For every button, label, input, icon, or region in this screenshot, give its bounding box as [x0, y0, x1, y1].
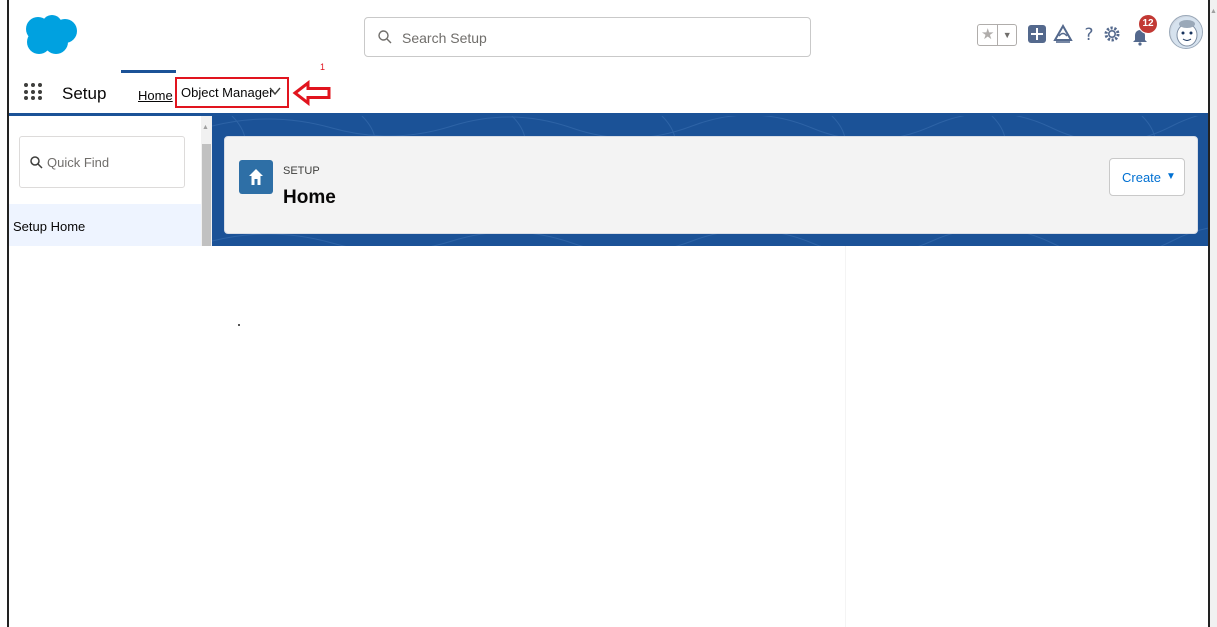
sidebar-item-setup-home[interactable]: Setup Home: [9, 204, 201, 246]
page-header-card: SETUP Home Create ▼: [224, 136, 1198, 234]
svg-text:?: ?: [1084, 25, 1093, 44]
quick-find-placeholder: Quick Find: [47, 155, 110, 170]
annotation-step-number: 1: [320, 62, 326, 72]
global-actions-add-icon[interactable]: [1027, 24, 1047, 44]
search-setup-input[interactable]: Search Setup: [364, 17, 811, 57]
page-subtitle: SETUP: [283, 165, 320, 177]
divider: [845, 246, 846, 627]
search-icon: [378, 30, 392, 44]
global-header: Search Setup ★ ▼ ? 12: [9, 0, 1208, 71]
chevron-down-icon[interactable]: [269, 85, 281, 97]
help-icon[interactable]: ?: [1079, 24, 1099, 44]
scroll-up-arrow-icon[interactable]: ▲: [202, 124, 209, 131]
home-icon: [239, 160, 273, 194]
trailhead-icon[interactable]: [1053, 24, 1073, 44]
favorite-star-icon[interactable]: ★: [978, 25, 999, 45]
favorites-dropdown-icon[interactable]: ▼: [998, 25, 1016, 45]
tab-home-label: Home: [138, 88, 173, 103]
annotation-arrow-icon: [292, 80, 331, 106]
astro-avatar-icon: [1171, 17, 1202, 48]
app-launcher-icon[interactable]: [24, 83, 42, 101]
search-placeholder: Search Setup: [402, 30, 487, 46]
create-button[interactable]: Create ▼: [1109, 158, 1185, 196]
scroll-up-arrow-icon[interactable]: ▲: [1210, 8, 1217, 15]
create-button-label: Create: [1122, 170, 1162, 185]
salesforce-cloud-logo[interactable]: [21, 14, 79, 56]
sidebar-scrollbar-thumb[interactable]: [202, 144, 211, 246]
notification-count-badge: 12: [1138, 14, 1158, 34]
sidebar-item-label: Setup Home: [13, 219, 86, 234]
tab-home[interactable]: Home: [121, 70, 176, 113]
caret-down-icon: ▼: [1166, 171, 1176, 182]
setup-nav-bar: Setup Home Object Manager 1: [9, 62, 1208, 116]
quick-find-input[interactable]: Quick Find: [19, 136, 185, 188]
window-scrollbar[interactable]: ▲: [1210, 0, 1217, 627]
app-name: Setup: [62, 84, 107, 103]
setup-gear-icon[interactable]: [1102, 24, 1122, 44]
favorites-group: ★ ▼: [977, 24, 1017, 46]
tab-object-manager[interactable]: Object Manager: [175, 77, 289, 108]
app-window: Search Setup ★ ▼ ? 12 Setup Home Object …: [7, 0, 1210, 627]
setup-sidebar: Quick Find Setup Home: [9, 116, 201, 246]
search-icon: [30, 156, 43, 169]
tab-object-manager-label: Object Manager: [181, 85, 274, 100]
page-title: Home: [283, 187, 336, 208]
stray-dot: [238, 324, 240, 326]
user-avatar[interactable]: [1169, 15, 1203, 49]
